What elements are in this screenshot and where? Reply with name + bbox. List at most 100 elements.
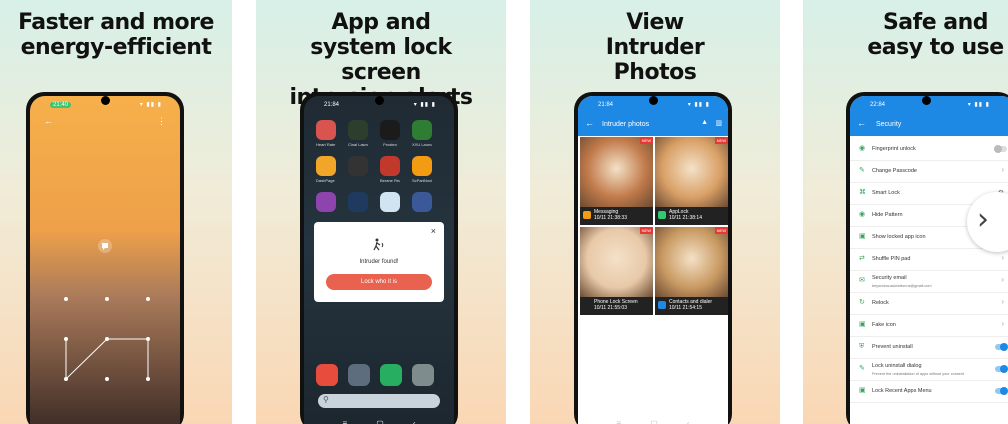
- camera-notch: [101, 96, 110, 105]
- intruder-photo: [580, 137, 653, 207]
- pattern-dot[interactable]: [105, 337, 109, 341]
- lock-who-button[interactable]: Lock who it is: [326, 274, 432, 290]
- photo-caption: Messaging 10/11 21:38:33: [580, 207, 653, 225]
- app-icon[interactable]: XXU Launcher: [412, 120, 432, 147]
- back-icon[interactable]: ‹: [687, 419, 690, 424]
- app-icon[interactable]: [316, 192, 336, 214]
- app-icon[interactable]: Prosteo: [380, 120, 400, 147]
- setting-label: Prevent uninstall: [872, 344, 913, 350]
- app-label: Prosteo: [383, 142, 397, 147]
- search-bar[interactable]: ⚲: [318, 394, 440, 408]
- recents-icon[interactable]: ≡: [617, 419, 622, 424]
- toggle-switch[interactable]: [995, 387, 1008, 395]
- setting-icon: ✉: [859, 277, 865, 284]
- settings-row[interactable]: ▣ Lock Recent Apps Menu: [850, 380, 1008, 403]
- app-icon: [583, 211, 591, 219]
- app-icon[interactable]: [348, 192, 368, 214]
- camera-notch: [375, 96, 384, 105]
- panel-intruder-photos: View Intruder Photos 21:84 ▾ ▮▮ ▮ ← Intr…: [530, 0, 780, 424]
- back-icon[interactable]: ‹: [413, 419, 416, 424]
- pattern-dot[interactable]: [64, 377, 68, 381]
- back-arrow-icon[interactable]: ←: [585, 118, 594, 128]
- dock-app-icon[interactable]: [412, 364, 434, 386]
- intruder-photo-tile[interactable]: NEW AppLock 10/11 21:38:14: [655, 137, 728, 225]
- settings-row[interactable]: ◉ Fingerprint unlock: [850, 138, 1008, 161]
- nav-bar: ≡ ▢ ‹: [304, 416, 454, 424]
- intruder-photo: [655, 137, 728, 207]
- dock-app-icon[interactable]: [380, 364, 402, 386]
- toggle-switch[interactable]: [995, 343, 1008, 351]
- app-icon-image: [380, 156, 400, 176]
- app-icon[interactable]: ScPartNoxive: [412, 156, 432, 183]
- setting-label: Change Passcode: [872, 168, 917, 174]
- intruder-walk-icon: [371, 238, 385, 252]
- delete-icon[interactable]: ▥: [715, 119, 722, 127]
- photo-timestamp: 10/11 21:38:14: [669, 215, 702, 221]
- app-icon[interactable]: [348, 156, 368, 178]
- home-icon[interactable]: ▢: [650, 419, 658, 424]
- app-icon[interactable]: Heart Rate M...: [316, 120, 336, 147]
- app-icon-image: [316, 156, 336, 176]
- settings-row[interactable]: ✉ Security email beyondow.asiwidew.us@gmai…: [850, 270, 1008, 293]
- chevron-right-icon: ›: [1001, 275, 1004, 284]
- appbar-title: Security: [876, 121, 902, 128]
- security-settings-screen: 22:84 ▾ ▮▮ ▮ ← Security ◉ Fingerprint unl…: [850, 96, 1008, 424]
- app-icon-image: [316, 120, 336, 140]
- app-icon[interactable]: [380, 192, 400, 214]
- settings-row[interactable]: ✎ Lock uninstall dialog Prevent the uninst…: [850, 358, 1008, 381]
- intruder-photo-tile[interactable]: NEW Messaging 10/11 21:38:33: [580, 137, 653, 225]
- pattern-dot[interactable]: [64, 337, 68, 341]
- intruder-photo-tile[interactable]: NEW Contacts and dialer 10/11 21:54:15: [655, 227, 728, 315]
- panel-safe-easy: Safe and easy to use 22:84 ▾ ▮▮ ▮ ← Secu…: [803, 0, 1008, 424]
- appbar-title: Intruder photos: [602, 121, 650, 128]
- intruder-photo: [655, 227, 728, 297]
- app-icon[interactable]: Berane Rea...: [380, 156, 400, 183]
- photo-timestamp: 10/11 21:55:03: [594, 305, 627, 311]
- setting-icon: ↻: [859, 299, 865, 306]
- toggle-switch[interactable]: [995, 365, 1008, 373]
- pattern-dot[interactable]: [105, 377, 109, 381]
- dock-app-icon[interactable]: [348, 364, 370, 386]
- photo-caption: AppLock 10/11 21:38:14: [655, 207, 728, 225]
- toggle-switch[interactable]: [994, 145, 1007, 153]
- lock-icon[interactable]: ▲: [701, 119, 708, 126]
- back-arrow-icon[interactable]: ←: [857, 118, 866, 128]
- setting-icon: ▣: [859, 321, 866, 328]
- app-label: XXU Launcher: [412, 142, 432, 147]
- panel-energy: Faster and more energy-efficient 21:40 ▾…: [0, 0, 232, 424]
- dock-app-icon[interactable]: [316, 364, 338, 386]
- settings-row[interactable]: ↻ Relock ›: [850, 292, 1008, 315]
- pattern-dot[interactable]: [146, 297, 150, 301]
- app-icon: [658, 301, 666, 309]
- pattern-lock-screen: 21:40 ▾ ▮▮ ▮ ← ⋮: [30, 96, 180, 424]
- home-icon[interactable]: ▢: [376, 419, 384, 424]
- app-icon[interactable]: DashPage p...: [316, 156, 336, 183]
- app-icon[interactable]: Cinal Lawnche...: [348, 120, 368, 147]
- setting-label: Show locked app icon: [872, 234, 926, 240]
- panel-title: Faster and more energy-efficient: [18, 10, 214, 60]
- setting-icon: ◉: [859, 145, 866, 152]
- setting-icon: ⌘: [859, 189, 866, 196]
- setting-label: Hide Pattern: [872, 212, 903, 218]
- close-icon[interactable]: ×: [431, 226, 436, 236]
- pattern-dot[interactable]: [146, 337, 150, 341]
- pattern-dot[interactable]: [64, 297, 68, 301]
- settings-row[interactable]: ▣ Fake icon ›: [850, 314, 1008, 337]
- settings-row[interactable]: ⇄ Shuffle PIN pad ›: [850, 248, 1008, 271]
- setting-description: Prevent the uninstallation of apps witho…: [872, 372, 965, 376]
- panel-intrusion-alerts: App and system lock screen intrusion ale…: [256, 0, 506, 424]
- new-badge: NEW: [714, 137, 728, 144]
- setting-label: Relock: [872, 300, 889, 306]
- intruder-photo-tile[interactable]: NEW Phone Lock Screen 10/11 21:55:03: [580, 227, 653, 315]
- photo-caption: Contacts and dialer 10/11 21:54:15: [655, 297, 728, 315]
- pattern-dot[interactable]: [105, 297, 109, 301]
- recents-icon[interactable]: ≡: [343, 419, 348, 424]
- status-time: 21:84: [324, 102, 340, 108]
- pattern-dot[interactable]: [146, 377, 150, 381]
- intruder-alert-dialog: × Intruder found! Lock who it is: [314, 222, 444, 302]
- app-icon[interactable]: [412, 192, 432, 214]
- settings-row[interactable]: ⛨ Prevent uninstall: [850, 336, 1008, 359]
- setting-label: Shuffle PIN pad: [872, 256, 911, 262]
- home-screen: 21:84 ▾ ▮▮ ▮ Heart Rate M... Cinal Lawnch…: [304, 96, 454, 424]
- settings-row[interactable]: ✎ Change Passcode ›: [850, 160, 1008, 183]
